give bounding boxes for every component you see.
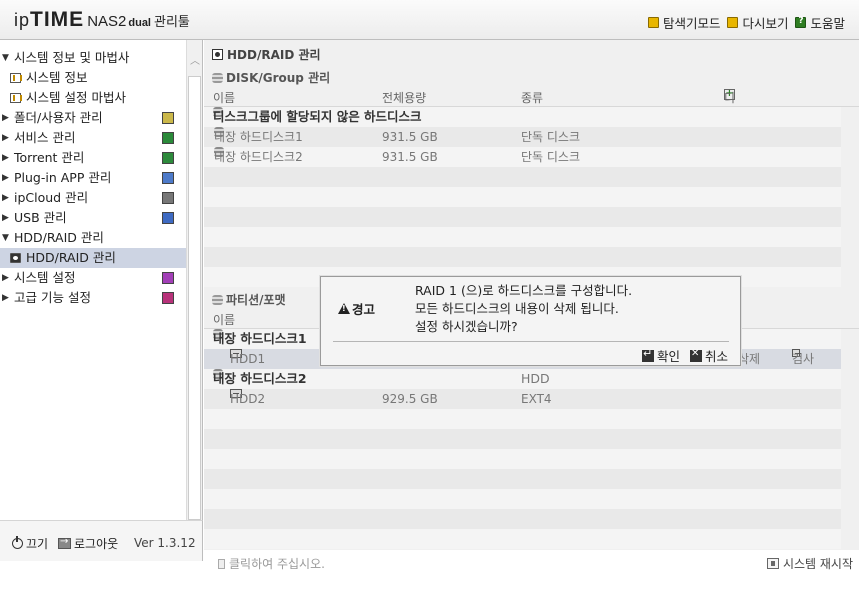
dialog-buttons: 확인 취소 [641,346,728,365]
refresh-icon [727,17,739,28]
restart-icon [766,558,779,569]
empty-row [204,227,841,247]
collapse-arrow-icon: ▶ [2,293,9,303]
power-off-button[interactable]: 끄기 [12,535,48,552]
chart-icon [10,73,22,83]
sidebar-footer: 끄기 로그아웃 Ver 1.3.12 [0,520,203,561]
advanced-icon [162,292,174,304]
collapse-arrow-icon: ▶ [2,193,9,203]
expand-arrow-icon: ▼ [2,53,9,63]
collapse-arrow-icon: ▶ [2,173,9,183]
empty-row [204,509,841,529]
cancel-button[interactable]: 취소 [689,346,728,365]
empty-row [204,529,841,549]
table-row[interactable]: HDD2 929.5 GB EXT4 [204,389,841,409]
empty-row [204,429,841,449]
warning-message: RAID 1 (으)로 하드디스크를 구성합니다. 모든 하드디스크의 내용이 … [415,283,633,334]
disk-stack-icon [212,73,223,83]
folder-user-icon [162,112,174,124]
sidebar-nav: ▼ 시스템 정보 및 마법사 시스템 정보 시스템 설정 마법사 ▶ 폴더/사용… [0,48,186,308]
empty-row [204,409,841,429]
sidebar-scrollbar[interactable]: ︿ ﹀ [186,40,202,550]
sidebar-item-system-info-wizard[interactable]: ▼ 시스템 정보 및 마법사 [0,48,186,68]
sidebar-item-service[interactable]: ▶ 서비스 관리 [0,128,186,148]
sidebar: ▼ 시스템 정보 및 마법사 시스템 정보 시스템 설정 마법사 ▶ 폴더/사용… [0,40,203,560]
status-hint: 클릭하여 주십시오. [218,555,325,572]
scroll-track[interactable] [188,76,201,520]
disk-group-row[interactable]: 내장 하드디스크2 HDD [204,369,841,389]
info-icon [218,558,225,569]
enter-icon [641,347,654,362]
explorer-mode-link[interactable]: 탐색기모드 [647,13,720,32]
empty-row [204,469,841,489]
power-icon [12,536,23,549]
logout-button[interactable]: 로그아웃 [58,535,118,552]
sidebar-item-plugin-app[interactable]: ▶ Plug-in APP 관리 [0,168,186,188]
empty-row [204,489,841,509]
collapse-arrow-icon: ▶ [2,113,9,123]
sidebar-item-hdd-raid[interactable]: ▼ HDD/RAID 관리 [0,228,186,248]
warning-title: 경고 [338,299,375,318]
torrent-icon [162,152,174,164]
page-title: HDD/RAID 관리 [212,46,321,62]
expand-arrow-icon: ▼ [2,233,9,243]
sidebar-item-torrent[interactable]: ▶ Torrent 관리 [0,148,186,168]
disk-icon [10,253,21,263]
collapse-arrow-icon: ▶ [2,213,9,223]
empty-row [204,167,841,187]
sidebar-item-setup-wizard[interactable]: 시스템 설정 마법사 [0,88,186,108]
version-label: Ver 1.3.12 [134,536,196,550]
chart-icon [10,93,22,103]
help-icon: ? [795,16,807,28]
header-links: 탐색기모드 다시보기 ? 도움말 [647,13,845,32]
iptime-logo: ipTIME NAS2 dual 관리툴 [14,8,190,31]
close-icon [689,348,702,362]
cloud-icon [162,192,174,204]
refresh-link[interactable]: 다시보기 [727,13,788,32]
collapse-arrow-icon: ▶ [2,133,9,143]
sidebar-item-usb[interactable]: ▶ USB 관리 [0,208,186,228]
sidebar-item-ipcloud[interactable]: ▶ ipCloud 관리 [0,188,186,208]
system-restart-button[interactable]: 시스템 재시작 [766,555,853,572]
folder-icon [647,17,659,28]
scroll-up-icon[interactable]: ︿ [187,52,203,72]
empty-row [204,449,841,469]
warning-icon [338,303,350,314]
confirm-button[interactable]: 확인 [641,346,680,365]
warning-dialog: 경고 RAID 1 (으)로 하드디스크를 구성합니다. 모든 하드디스크의 내… [320,276,741,366]
usb-icon [162,212,174,224]
table-row[interactable]: 내장 하드디스크2 931.5 GB 단독 디스크 [204,147,841,167]
partition-icon [212,295,223,305]
sidebar-item-folder-user[interactable]: ▶ 폴더/사용자 관리 [0,108,186,128]
empty-row [204,247,841,267]
disk-icon [212,48,223,60]
sidebar-item-system-settings[interactable]: ▶ 시스템 설정 [0,268,186,288]
disk-group-section-title: DISK/Group 관리 [204,68,859,88]
unassigned-group-row[interactable]: 디스크그룹에 할당되지 않은 하드디스크 [204,107,841,127]
delete-partition-button[interactable]: 삭제 [738,349,760,369]
disk-table-header: 이름 전체용량 종류 + 디스크그룹 생성 [204,89,859,213]
dialog-divider [333,341,729,342]
app-header: ipTIME NAS2 dual 관리툴 탐색기모드 다시보기 ? 도움말 [0,0,859,40]
collapse-arrow-icon: ▶ [2,153,9,163]
settings-icon [162,272,174,284]
empty-row [204,187,841,207]
sidebar-item-system-info[interactable]: 시스템 정보 [0,68,186,88]
collapse-arrow-icon: ▶ [2,273,9,283]
empty-row [204,207,841,227]
service-icon [162,132,174,144]
table-row[interactable]: 내장 하드디스크1 931.5 GB 단독 디스크 [204,127,841,147]
logout-icon [58,536,71,549]
status-bar: 클릭하여 주십시오. 시스템 재시작 [204,550,859,601]
plugin-icon [162,172,174,184]
sidebar-item-advanced[interactable]: ▶ 고급 기능 설정 [0,288,186,308]
help-link[interactable]: ? 도움말 [795,13,845,32]
sidebar-item-hdd-raid-manage[interactable]: HDD/RAID 관리 [0,248,186,268]
